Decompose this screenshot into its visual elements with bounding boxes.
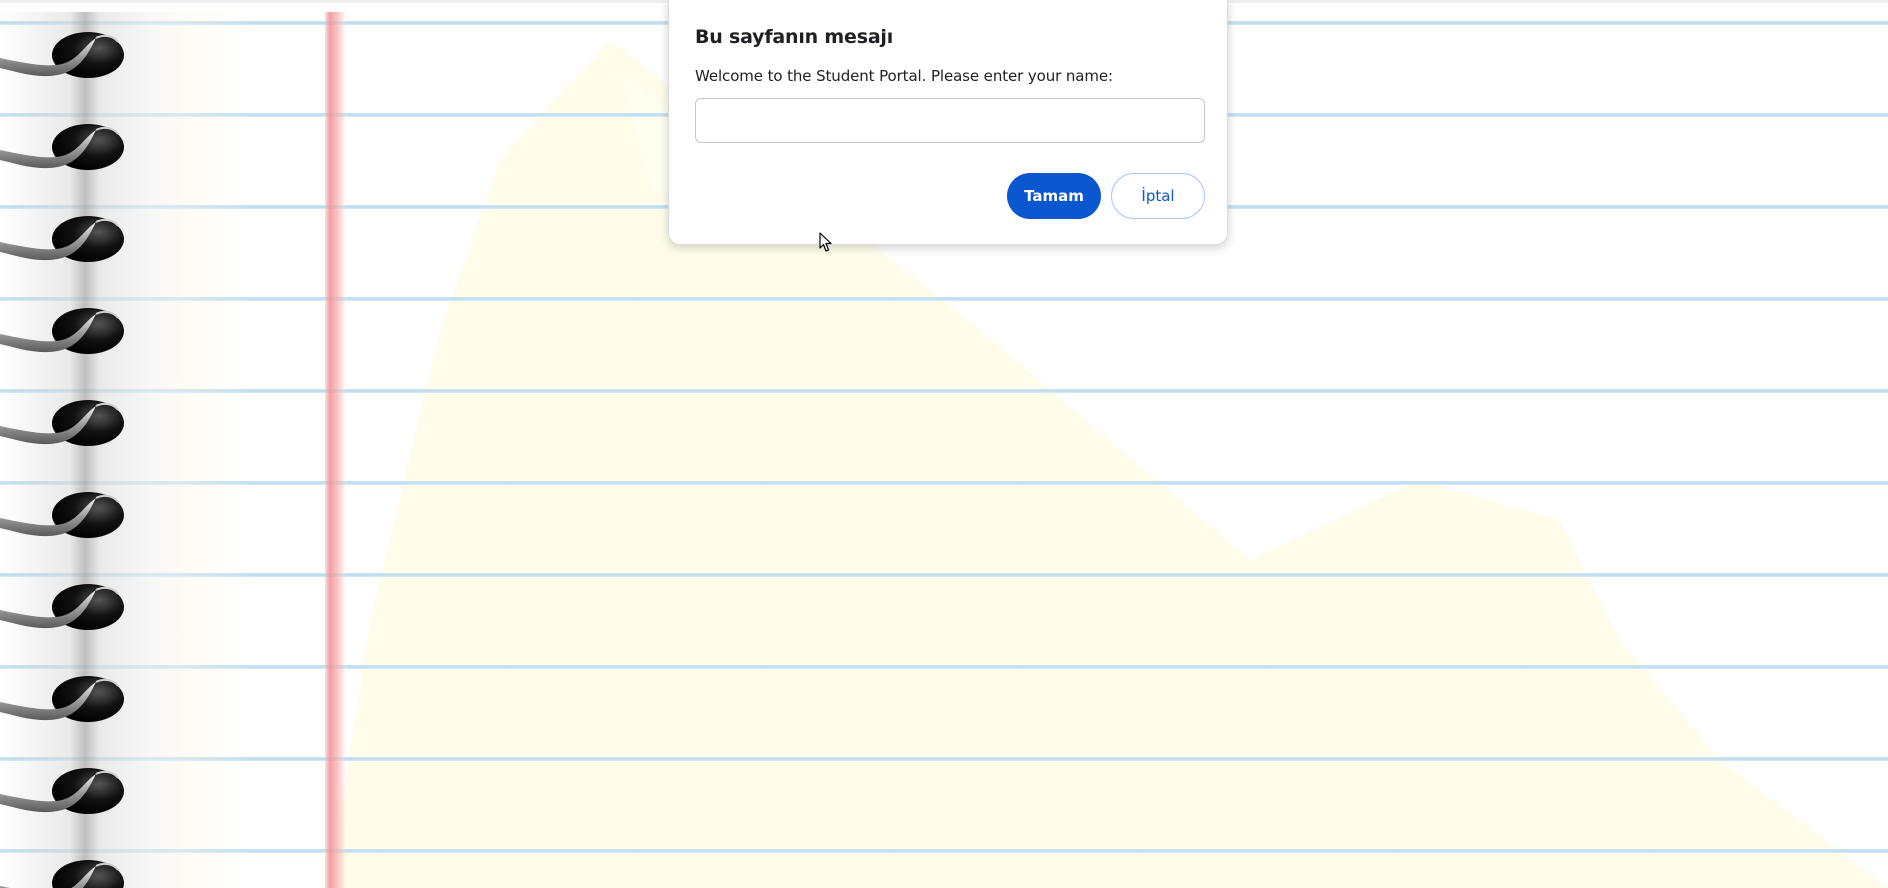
spiral-ring-icon xyxy=(0,216,124,262)
margin-line xyxy=(325,12,345,888)
ok-button[interactable]: Tamam xyxy=(1007,173,1101,219)
dialog-message: Welcome to the Student Portal. Please en… xyxy=(695,67,1113,85)
spiral-ring-icon xyxy=(0,676,124,722)
spiral-ring-icon xyxy=(0,308,124,354)
name-input[interactable] xyxy=(695,98,1205,143)
dialog-title: Bu sayfanın mesajı xyxy=(695,26,894,48)
cancel-button[interactable]: İptal xyxy=(1111,173,1205,219)
spiral-ring-icon xyxy=(0,860,124,888)
spiral-ring-icon xyxy=(0,584,124,630)
spiral-ring-icon xyxy=(0,32,124,78)
notebook-page: Bu sayfanın mesajı Welcome to the Studen… xyxy=(0,0,1888,888)
spiral-ring-icon xyxy=(0,768,124,814)
spiral-ring-icon xyxy=(0,400,124,446)
spiral-ring-icon xyxy=(0,492,124,538)
spiral-ring-icon xyxy=(0,124,124,170)
prompt-dialog: Bu sayfanın mesajı Welcome to the Studen… xyxy=(668,0,1228,245)
mouse-pointer-icon xyxy=(819,232,832,252)
